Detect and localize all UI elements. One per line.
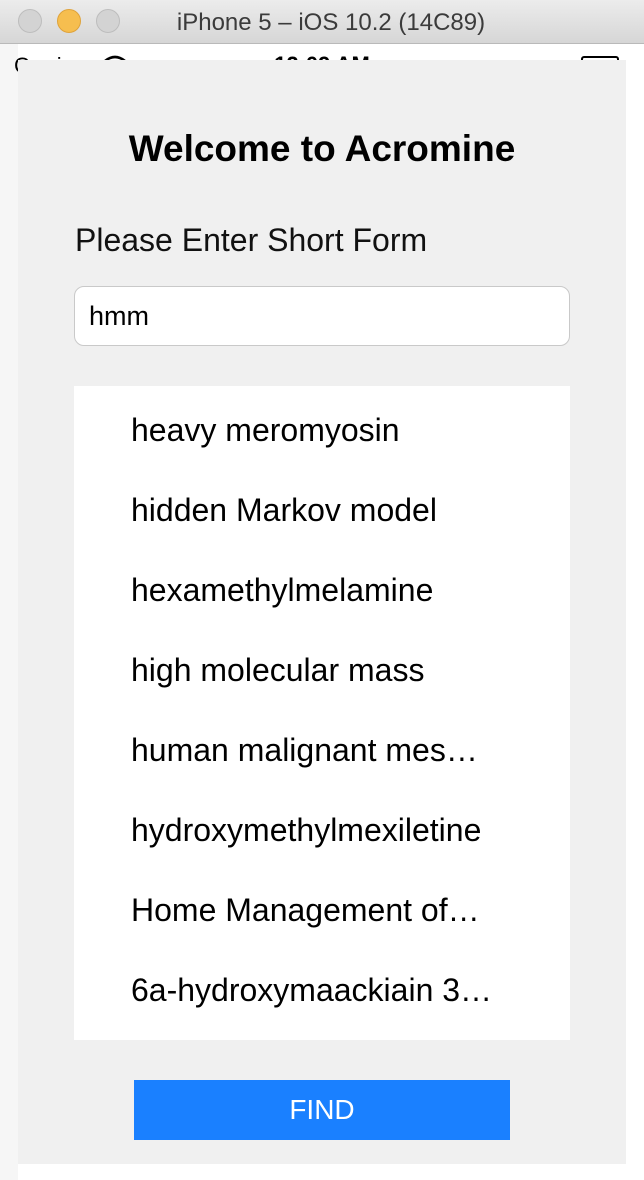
window-title: iPhone 5 – iOS 10.2 (14C89) <box>176 9 486 36</box>
result-item[interactable]: Home Management of… <box>74 870 570 950</box>
short-form-input[interactable] <box>74 286 570 346</box>
results-list[interactable]: heavy meromyosin hidden Markov model hex… <box>74 386 570 1040</box>
result-item[interactable]: human malignant mes… <box>74 710 570 790</box>
simulator-title-bar: iPhone 5 – iOS 10.2 (14C89) <box>0 0 644 44</box>
result-item[interactable]: 6a-hydroxymaackiain 3… <box>74 950 570 1030</box>
result-item[interactable]: hexamethylmelamine <box>74 550 570 630</box>
find-button[interactable]: FIND <box>134 1080 510 1140</box>
app-screen: Welcome to Acromine Please Enter Short F… <box>18 60 626 1164</box>
result-item[interactable]: hidden Markov model <box>74 470 570 550</box>
desktop-background-strip <box>0 44 18 1180</box>
result-item[interactable]: heavy meromyosin <box>74 390 570 470</box>
desktop-background-strip-right <box>626 44 644 1180</box>
result-item[interactable]: high molecular mass <box>74 630 570 710</box>
result-item[interactable]: hydroxymethylmexiletine <box>74 790 570 870</box>
short-form-label: Please Enter Short Form <box>75 222 428 258</box>
page-title: Welcome to Acromine <box>128 128 516 169</box>
